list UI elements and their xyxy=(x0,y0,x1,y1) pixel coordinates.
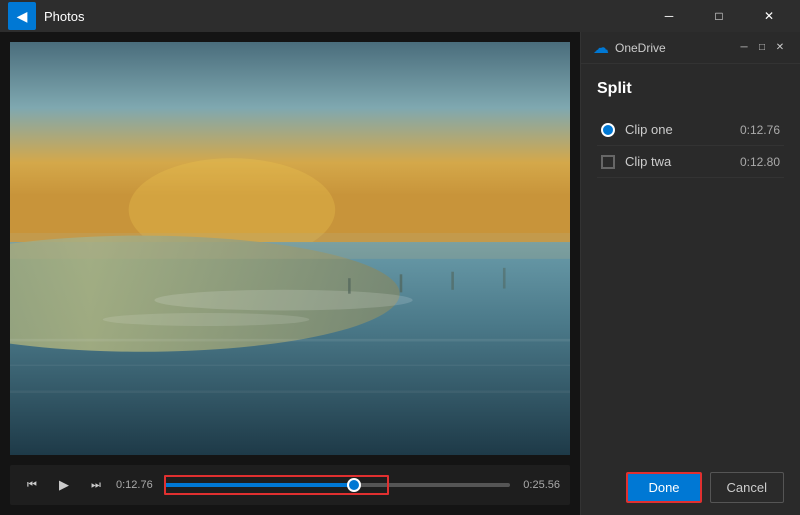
restore-button[interactable]: □ xyxy=(696,0,742,32)
video-panel: ⏮ ▶ ⏭ 0:12.76 0:25.56 xyxy=(0,32,580,515)
clip-one-item[interactable]: Clip one 0:12.76 xyxy=(597,114,784,146)
rewind-icon: ⏮ xyxy=(27,479,37,492)
onedrive-win-buttons: ─ □ ✕ xyxy=(736,40,788,56)
clip-one-indicator xyxy=(601,123,615,137)
clip-one-name: Clip one xyxy=(625,122,730,137)
timeline-wrapper: ⏮ ▶ ⏭ 0:12.76 0:25.56 xyxy=(20,473,560,497)
main-content: ⏮ ▶ ⏭ 0:12.76 0:25.56 xyxy=(0,32,800,515)
right-panel: ☁ OneDrive ─ □ ✕ Split Clip one 0:12.76 … xyxy=(580,32,800,515)
timeline-track[interactable] xyxy=(164,473,510,497)
minimize-button[interactable]: ─ xyxy=(646,0,692,32)
onedrive-label: OneDrive xyxy=(615,41,730,55)
clip-two-name: Clip twa xyxy=(625,154,730,169)
title-bar-right: ─ □ ✕ xyxy=(646,0,792,32)
onedrive-restore[interactable]: □ xyxy=(754,40,770,56)
back-icon: ◀ xyxy=(17,8,28,25)
title-bar: ◀ Photos ─ □ ✕ xyxy=(0,0,800,32)
video-thumbnail xyxy=(10,42,570,455)
title-bar-left: ◀ Photos xyxy=(8,2,84,30)
track-filled xyxy=(164,483,354,487)
clip-one-duration: 0:12.76 xyxy=(740,123,780,137)
controls-area: ⏮ ▶ ⏭ 0:12.76 0:25.56 xyxy=(10,465,570,505)
onedrive-minimize[interactable]: ─ xyxy=(736,40,752,56)
clip-two-item[interactable]: Clip twa 0:12.80 xyxy=(597,146,784,178)
close-button[interactable]: ✕ xyxy=(746,0,792,32)
end-time-label: 0:25.56 xyxy=(518,479,560,491)
forward-button[interactable]: ⏭ xyxy=(84,473,108,497)
play-button[interactable]: ▶ xyxy=(52,473,76,497)
cancel-button[interactable]: Cancel xyxy=(710,472,784,503)
back-button[interactable]: ◀ xyxy=(8,2,36,30)
clip-two-duration: 0:12.80 xyxy=(740,155,780,169)
clip-two-indicator xyxy=(601,155,615,169)
video-area xyxy=(10,42,570,455)
done-button[interactable]: Done xyxy=(626,472,701,503)
onedrive-header: ☁ OneDrive ─ □ ✕ xyxy=(581,32,800,64)
rewind-button[interactable]: ⏮ xyxy=(20,473,44,497)
action-buttons: Done Cancel xyxy=(581,460,800,515)
onedrive-icon: ☁ xyxy=(593,38,609,58)
forward-icon: ⏭ xyxy=(91,479,101,492)
app-title: Photos xyxy=(44,9,84,24)
onedrive-close[interactable]: ✕ xyxy=(772,40,788,56)
timeline-thumb[interactable] xyxy=(347,478,361,492)
split-section: Split Clip one 0:12.76 Clip twa 0:12.80 xyxy=(581,64,800,186)
play-icon: ▶ xyxy=(59,477,69,493)
current-time-label: 0:12.76 xyxy=(116,479,156,491)
split-title: Split xyxy=(597,80,784,98)
